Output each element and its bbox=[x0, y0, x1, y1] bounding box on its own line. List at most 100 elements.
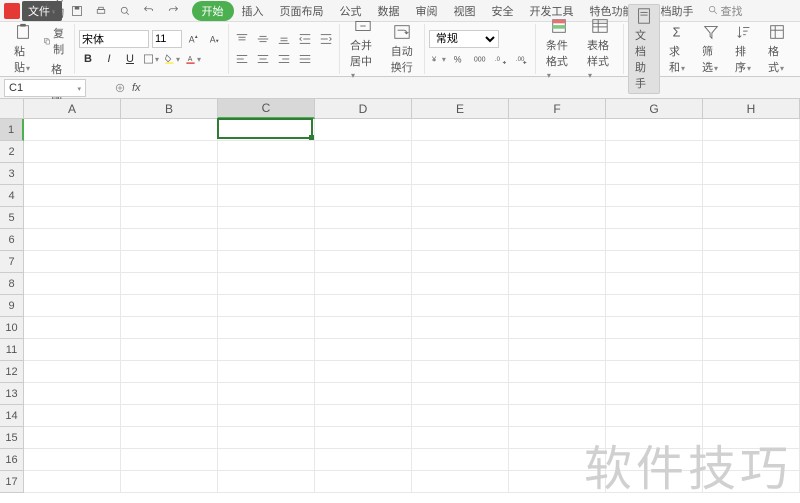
filter-button[interactable]: 筛选 bbox=[696, 21, 726, 77]
cell[interactable] bbox=[121, 383, 218, 405]
cell[interactable] bbox=[606, 427, 703, 449]
cell[interactable] bbox=[703, 383, 800, 405]
number-format-select[interactable]: 常规 bbox=[429, 30, 499, 48]
column-header[interactable]: H bbox=[703, 99, 800, 119]
cell[interactable] bbox=[315, 185, 412, 207]
column-header[interactable]: F bbox=[509, 99, 606, 119]
doc-helper-button[interactable]: 文档助手 bbox=[628, 4, 660, 94]
cell[interactable] bbox=[606, 119, 703, 141]
cell[interactable] bbox=[315, 273, 412, 295]
tab-start[interactable]: 开始 bbox=[192, 1, 234, 21]
cell[interactable] bbox=[218, 449, 315, 471]
cell[interactable] bbox=[606, 405, 703, 427]
cell[interactable] bbox=[509, 361, 606, 383]
font-size-select[interactable] bbox=[152, 30, 182, 48]
cell[interactable] bbox=[412, 339, 509, 361]
cell[interactable] bbox=[606, 207, 703, 229]
save-icon[interactable] bbox=[68, 2, 86, 20]
cell[interactable] bbox=[509, 339, 606, 361]
auto-wrap-button[interactable]: 自动换行 bbox=[385, 21, 420, 77]
cell[interactable] bbox=[606, 383, 703, 405]
cell[interactable] bbox=[606, 185, 703, 207]
cell[interactable] bbox=[606, 273, 703, 295]
cell[interactable] bbox=[509, 119, 606, 141]
undo-icon[interactable] bbox=[140, 2, 158, 20]
cell[interactable] bbox=[315, 251, 412, 273]
cell[interactable] bbox=[412, 383, 509, 405]
cell[interactable] bbox=[218, 295, 315, 317]
cell[interactable] bbox=[509, 317, 606, 339]
percent-icon[interactable]: % bbox=[450, 50, 468, 68]
cell[interactable] bbox=[703, 229, 800, 251]
cell[interactable] bbox=[24, 229, 121, 251]
cell[interactable] bbox=[218, 471, 315, 493]
cell[interactable] bbox=[412, 141, 509, 163]
cell[interactable] bbox=[218, 251, 315, 273]
cell[interactable] bbox=[24, 317, 121, 339]
border-icon[interactable] bbox=[142, 50, 160, 68]
cell[interactable] bbox=[509, 383, 606, 405]
cell[interactable] bbox=[121, 163, 218, 185]
cell[interactable] bbox=[315, 207, 412, 229]
align-left-icon[interactable] bbox=[233, 50, 251, 68]
row-header[interactable]: 14 bbox=[0, 405, 24, 427]
align-top-icon[interactable] bbox=[233, 30, 251, 48]
cell[interactable] bbox=[509, 427, 606, 449]
cell[interactable] bbox=[24, 207, 121, 229]
cell[interactable] bbox=[218, 185, 315, 207]
tab-view[interactable]: 视图 bbox=[446, 1, 484, 21]
cell[interactable] bbox=[121, 317, 218, 339]
name-box[interactable]: C1 bbox=[4, 79, 86, 97]
cell[interactable] bbox=[218, 119, 315, 141]
cell[interactable] bbox=[218, 163, 315, 185]
align-center-icon[interactable] bbox=[254, 50, 272, 68]
cell[interactable] bbox=[121, 229, 218, 251]
cell[interactable] bbox=[606, 449, 703, 471]
decrease-font-icon[interactable]: A▾ bbox=[206, 30, 224, 48]
cell[interactable] bbox=[24, 405, 121, 427]
tab-insert[interactable]: 插入 bbox=[234, 1, 272, 21]
row-header[interactable]: 15 bbox=[0, 427, 24, 449]
row-header[interactable]: 12 bbox=[0, 361, 24, 383]
cell[interactable] bbox=[218, 405, 315, 427]
cell[interactable] bbox=[606, 141, 703, 163]
cut-button[interactable]: 剪切 bbox=[41, 0, 70, 22]
cell[interactable] bbox=[24, 383, 121, 405]
cell[interactable] bbox=[315, 405, 412, 427]
cell[interactable] bbox=[121, 295, 218, 317]
cell[interactable] bbox=[703, 471, 800, 493]
align-bottom-icon[interactable] bbox=[275, 30, 293, 48]
cell[interactable] bbox=[24, 449, 121, 471]
cell[interactable] bbox=[509, 141, 606, 163]
cell[interactable] bbox=[218, 427, 315, 449]
cell[interactable] bbox=[412, 207, 509, 229]
expand-icon[interactable] bbox=[114, 82, 126, 94]
currency-icon[interactable]: ¥ bbox=[429, 50, 447, 68]
cell[interactable] bbox=[509, 207, 606, 229]
row-header[interactable]: 17 bbox=[0, 471, 24, 493]
cell[interactable] bbox=[315, 295, 412, 317]
column-header[interactable]: C bbox=[218, 99, 315, 119]
cell[interactable] bbox=[412, 405, 509, 427]
column-header[interactable]: B bbox=[121, 99, 218, 119]
cell[interactable] bbox=[24, 119, 121, 141]
copy-button[interactable]: 复制 bbox=[41, 24, 70, 58]
increase-decimal-icon[interactable]: .0 bbox=[492, 50, 510, 68]
bold-icon[interactable]: B bbox=[79, 50, 97, 68]
italic-icon[interactable]: I bbox=[100, 50, 118, 68]
tab-security[interactable]: 安全 bbox=[484, 1, 522, 21]
decrease-decimal-icon[interactable]: .00 bbox=[513, 50, 531, 68]
cell[interactable] bbox=[509, 163, 606, 185]
cell[interactable] bbox=[218, 273, 315, 295]
print-icon[interactable] bbox=[92, 2, 110, 20]
cell[interactable] bbox=[121, 141, 218, 163]
cell[interactable] bbox=[606, 317, 703, 339]
cell[interactable] bbox=[24, 273, 121, 295]
cell[interactable] bbox=[24, 163, 121, 185]
cell[interactable] bbox=[315, 339, 412, 361]
font-color-icon[interactable]: A bbox=[184, 50, 202, 68]
cell[interactable] bbox=[703, 273, 800, 295]
preview-icon[interactable] bbox=[116, 2, 134, 20]
cell[interactable] bbox=[315, 427, 412, 449]
cell[interactable] bbox=[703, 251, 800, 273]
